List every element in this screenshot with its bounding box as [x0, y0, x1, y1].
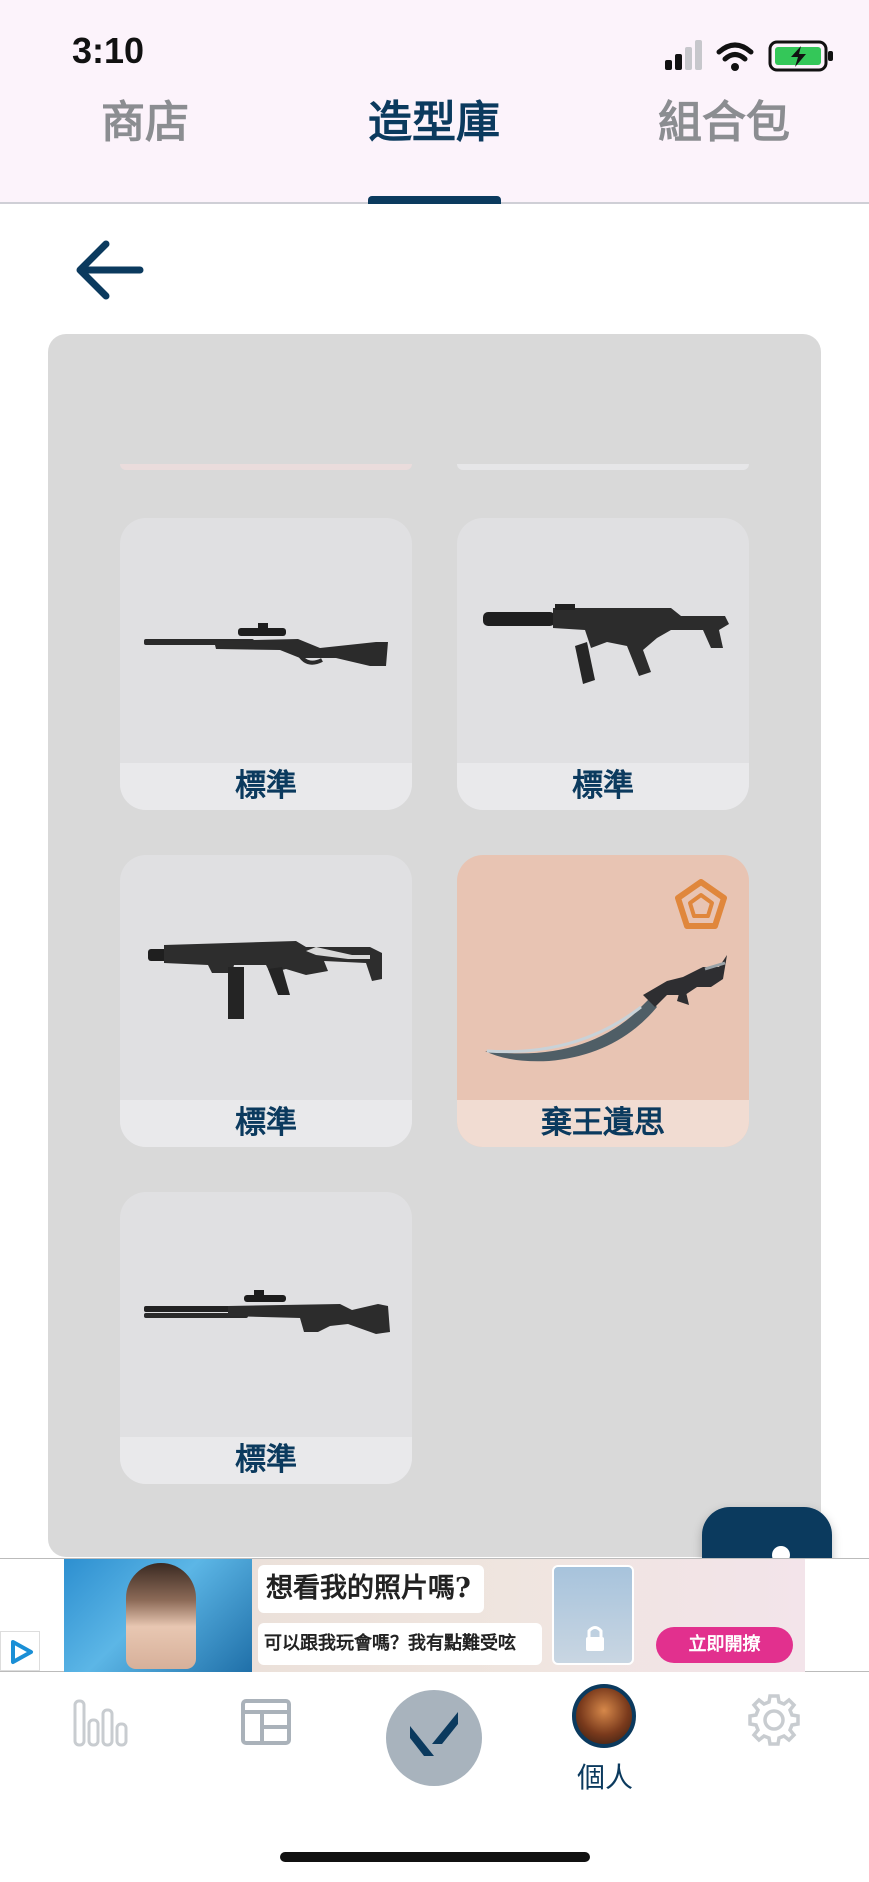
ad-subline: 可以跟我玩會嗎？我有點難受呟: [258, 1623, 542, 1665]
lock-icon: [586, 1626, 604, 1651]
pentagon-tier-icon: [675, 879, 727, 929]
status-time: 3:10: [72, 30, 145, 71]
skin-name: 棄王遺思: [457, 1100, 749, 1147]
skin-name: 標準: [120, 763, 412, 810]
profile-avatar-icon[interactable]: [572, 1684, 636, 1748]
skin-card[interactable]: 標準: [120, 855, 412, 1147]
ad-banner[interactable]: 想看我的照片嗎? 可以跟我玩會嗎？我有點難受呟 立即開撩: [0, 1558, 869, 1673]
skin-card[interactable]: 標準: [457, 518, 749, 810]
ad-thumbnail: [552, 1565, 634, 1665]
tab-skin-library[interactable]: 造型庫: [368, 86, 500, 150]
arrow-left-icon: [76, 240, 144, 300]
top-tab-bar: 3:10 商店 造型庫 組合包: [0, 0, 869, 204]
skin-card-premium[interactable]: 棄王遺思: [457, 855, 749, 1147]
skin-card[interactable]: 標準: [120, 1192, 412, 1484]
rifle-scoped-lever-icon: [144, 623, 388, 666]
gear-icon[interactable]: [746, 1692, 802, 1748]
smg-folding-stock-icon: [148, 941, 382, 1019]
cellular-signal-icon: [665, 40, 702, 70]
home-indicator: [280, 1852, 590, 1862]
stats-bars-icon[interactable]: [72, 1698, 128, 1748]
card-peek: [120, 464, 412, 470]
skin-card[interactable]: 標準: [120, 518, 412, 810]
shotgun-scoped-icon: [144, 1290, 390, 1334]
battery-charging-icon: [768, 40, 833, 72]
news-icon[interactable]: [240, 1698, 292, 1746]
skin-name: 標準: [120, 1437, 412, 1484]
ad-headline: 想看我的照片嗎?: [258, 1565, 484, 1613]
active-tab-indicator: [368, 196, 501, 204]
back-button[interactable]: [70, 230, 150, 310]
ad-choices-icon[interactable]: [0, 1631, 40, 1671]
nav-label-profile[interactable]: 個人: [566, 1756, 644, 1796]
skin-grid-panel[interactable]: 標準 標準 標準 棄王遺思 標準: [48, 334, 821, 1557]
card-peek: [457, 464, 749, 470]
ad-creative[interactable]: 想看我的照片嗎? 可以跟我玩會嗎？我有點難受呟 立即開撩: [64, 1559, 805, 1673]
tab-shop[interactable]: 商店: [101, 86, 189, 150]
ad-photo: [64, 1559, 252, 1673]
tab-bundles[interactable]: 組合包: [658, 86, 790, 150]
bottom-navigation: 個人: [0, 1672, 869, 1882]
smg-suppressed-icon: [483, 604, 729, 684]
skin-name: 標準: [457, 763, 749, 810]
valorant-logo-icon: [410, 1712, 458, 1756]
skin-name: 標準: [120, 1100, 412, 1147]
home-button[interactable]: [386, 1690, 482, 1786]
wifi-icon: [716, 42, 754, 71]
ad-cta-button[interactable]: 立即開撩: [656, 1627, 793, 1663]
status-icons: [665, 40, 833, 72]
